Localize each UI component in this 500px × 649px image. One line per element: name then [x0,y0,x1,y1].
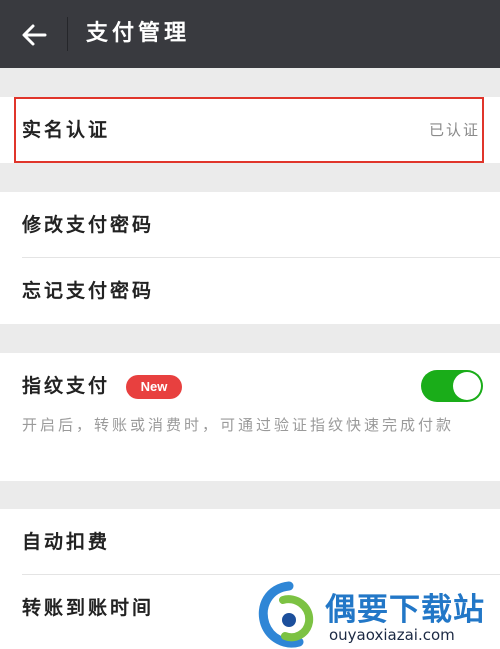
transfer-time-label: 转账到账时间 [22,597,155,619]
watermark-url: ouyaoxiazai.com [329,626,455,644]
header-divider [67,17,68,51]
watermark-name: 偶要下载站 [325,592,485,628]
page-title: 支付管理 [86,21,191,46]
watermark-logo-icon [258,581,314,648]
auto-deduct-row[interactable]: 自动扣费 [0,509,500,575]
back-button[interactable] [18,19,50,51]
forgot-password-label: 忘记支付密码 [22,280,155,302]
fingerprint-toggle[interactable] [421,370,483,402]
auto-deduct-label: 自动扣费 [22,531,111,553]
fingerprint-description: 开启后，转账或消费时，可通过验证指纹快速完成付款 [22,416,455,434]
forgot-password-row[interactable]: 忘记支付密码 [0,258,500,324]
new-badge: New [126,375,182,399]
top-bar: 支付管理 [0,0,500,68]
back-arrow-icon [22,24,47,46]
fingerprint-pay-label: 指纹支付 [22,375,111,397]
change-password-row[interactable]: 修改支付密码 [0,192,500,258]
highlight-box [14,97,484,163]
change-password-label: 修改支付密码 [22,214,155,236]
watermark: 偶要下载站 ouyaoxiazai.com [255,580,500,649]
password-section: 修改支付密码 忘记支付密码 [0,192,500,324]
toggle-knob [453,372,481,400]
